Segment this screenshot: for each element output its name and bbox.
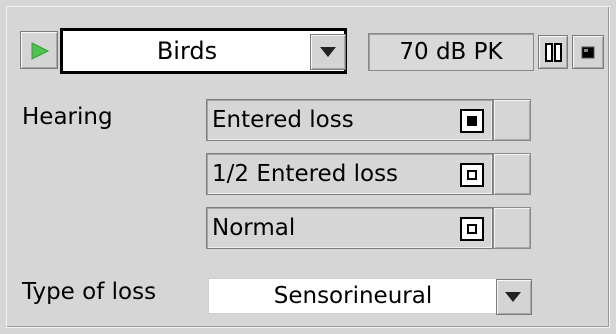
type-of-loss-value: Sensorineural <box>273 283 433 309</box>
radio-selected-icon <box>460 109 484 133</box>
chevron-down-icon <box>505 292 521 302</box>
hearing-option-label: 1/2 Entered loss <box>212 161 399 187</box>
pause-button[interactable] <box>538 35 568 69</box>
hearing-option-normal[interactable]: Normal <box>206 207 493 249</box>
play-icon <box>31 42 50 60</box>
pause-icon <box>545 43 562 62</box>
hearing-option-half-entered-loss[interactable]: 1/2 Entered loss <box>206 153 493 195</box>
sound-select-value: Birds <box>156 37 218 65</box>
type-of-loss-dropdown-button[interactable] <box>496 279 532 315</box>
radio-unselected-icon <box>460 217 484 241</box>
stop-icon <box>581 46 595 59</box>
sound-dropdown-button[interactable] <box>310 34 346 70</box>
chevron-down-icon <box>320 47 336 57</box>
hearing-label: Hearing <box>22 104 113 130</box>
sound-select[interactable]: Birds <box>60 28 347 74</box>
play-button[interactable] <box>20 31 58 69</box>
hearing-option-normal-button[interactable] <box>493 207 531 249</box>
hearing-option-entered-loss[interactable]: Entered loss <box>206 99 493 141</box>
hearing-option-label: Normal <box>212 215 296 241</box>
hearing-option-label: Entered loss <box>212 107 354 133</box>
radio-unselected-icon <box>460 163 484 187</box>
type-of-loss-label: Type of loss <box>22 279 157 305</box>
level-display: 70 dB PK <box>368 33 534 71</box>
hearing-option-half-entered-loss-button[interactable] <box>493 153 531 195</box>
type-of-loss-select[interactable]: Sensorineural <box>208 278 532 315</box>
stop-button[interactable] <box>572 35 604 69</box>
hearing-option-entered-loss-button[interactable] <box>493 99 531 141</box>
